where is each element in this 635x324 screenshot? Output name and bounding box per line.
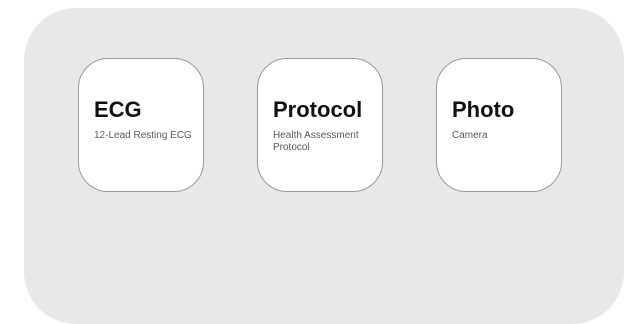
photo-tile-title: Photo bbox=[452, 97, 515, 122]
protocol-tile-subtitle: Health Assessment Protocol bbox=[273, 130, 359, 153]
ecg-tile-subtitle: 12-Lead Resting ECG bbox=[94, 130, 192, 141]
ecg-tile-title: ECG bbox=[94, 97, 142, 122]
photo-tile-subtitle: Camera bbox=[452, 130, 488, 141]
photo-tile[interactable]: Photo Camera bbox=[436, 58, 562, 192]
tile-panel: ECG 12-Lead Resting ECG Protocol Health … bbox=[24, 8, 624, 324]
protocol-tile-title: Protocol bbox=[273, 97, 363, 122]
protocol-tile[interactable]: Protocol Health Assessment Protocol bbox=[257, 58, 383, 192]
ecg-tile[interactable]: ECG 12-Lead Resting ECG bbox=[78, 58, 204, 192]
